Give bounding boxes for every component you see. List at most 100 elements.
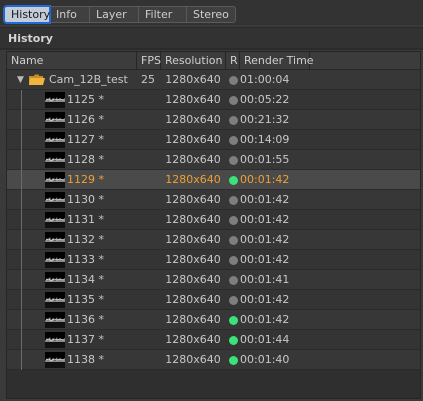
status-cell (226, 190, 239, 209)
name-cell: 1125 * (7, 90, 135, 110)
tab-bar: History Info Layer Filter Stereo (0, 0, 423, 25)
status-dot-icon (229, 276, 238, 285)
thumbnail-image (45, 312, 65, 328)
fps-cell (137, 350, 159, 369)
folder-icon (29, 74, 45, 85)
status-dot-icon (229, 216, 238, 225)
name-cell: 1134 * (7, 270, 135, 290)
name-cell: 1131 * (7, 210, 135, 230)
tree-line (21, 210, 22, 230)
render-name: 1138 * (67, 353, 104, 366)
status-cell (226, 170, 239, 189)
table-row[interactable]: 1136 * 1280x640 00:01:42 (7, 310, 420, 330)
tree-line (21, 190, 22, 210)
tab-filter[interactable]: Filter (138, 6, 187, 23)
name-cell: 1129 * (7, 170, 135, 190)
resolution-cell: 1280x640 (165, 193, 221, 206)
table-row[interactable]: 1128 * 1280x640 00:01:55 (7, 150, 420, 170)
table-row[interactable]: 1125 * 1280x640 00:05:22 (7, 90, 420, 110)
column-header-name[interactable]: Name (7, 52, 137, 69)
thumbnail-image (45, 272, 65, 288)
render-time-cell: 00:01:55 (240, 153, 290, 166)
resolution-cell: 1280x640 (165, 93, 221, 106)
render-time-cell: 00:01:42 (240, 193, 290, 206)
table-row[interactable]: 1138 * 1280x640 00:01:40 (7, 350, 420, 370)
render-time-cell: 00:01:44 (240, 333, 290, 346)
table-row[interactable]: 1129 * 1280x640 00:01:42 (7, 170, 420, 190)
render-name: 1127 * (67, 133, 104, 146)
table-row[interactable]: 1133 * 1280x640 00:01:42 (7, 250, 420, 270)
fps-cell (137, 110, 159, 129)
resolution-cell: 1280x640 (165, 353, 221, 366)
status-cell (226, 350, 239, 369)
thumbnail-image (45, 192, 65, 208)
status-dot-icon (229, 256, 238, 265)
tree-line (21, 270, 22, 290)
tree-line (21, 170, 22, 190)
render-time-cell: 00:05:22 (240, 93, 290, 106)
tree-line (21, 130, 22, 150)
thumbnail-image (45, 292, 65, 308)
column-header-resolution[interactable]: Resolution (161, 52, 226, 69)
column-header-render-time[interactable]: Render Time (240, 52, 314, 69)
fps-cell (137, 150, 159, 169)
render-name: 1129 * (67, 173, 104, 186)
render-name: 1125 * (67, 93, 104, 106)
folder-name: Cam_12B_test (49, 73, 128, 86)
thumbnail-image (45, 352, 65, 368)
folder-row[interactable]: ▼ Cam_12B_test 25 1280x640 01:00:04 (7, 70, 420, 90)
column-header-fps[interactable]: FPS (137, 52, 161, 69)
table-row[interactable]: 1130 * 1280x640 00:01:42 (7, 190, 420, 210)
tree-line (21, 90, 22, 110)
tab-info[interactable]: Info (49, 6, 90, 23)
table-header: Name FPS Resolution R Render Time (7, 52, 420, 70)
column-header-r[interactable]: R (226, 52, 240, 69)
tab-history[interactable]: History (3, 5, 51, 24)
render-name: 1131 * (67, 213, 104, 226)
status-cell (226, 210, 239, 229)
status-dot-icon (229, 176, 238, 185)
render-name: 1132 * (67, 233, 104, 246)
table-row[interactable]: 1132 * 1280x640 00:01:42 (7, 230, 420, 250)
tree-line (21, 350, 22, 370)
divider (0, 48, 423, 50)
thumbnail-image (45, 172, 65, 188)
status-dot-icon (229, 76, 238, 85)
table-row[interactable]: 1137 * 1280x640 00:01:44 (7, 330, 420, 350)
table-row[interactable]: 1135 * 1280x640 00:01:42 (7, 290, 420, 310)
expand-arrow-icon[interactable]: ▼ (17, 70, 24, 90)
render-time-cell: 00:01:40 (240, 353, 290, 366)
status-dot-icon (229, 116, 238, 125)
render-name: 1133 * (67, 253, 104, 266)
fps-cell (137, 90, 159, 109)
fps-cell (137, 310, 159, 329)
fps-cell (137, 330, 159, 349)
fps-cell (137, 190, 159, 209)
name-cell: 1126 * (7, 110, 135, 130)
table-row[interactable]: 1131 * 1280x640 00:01:42 (7, 210, 420, 230)
resolution-cell: 1280x640 (165, 133, 221, 146)
status-cell (226, 110, 239, 129)
status-dot-icon (229, 196, 238, 205)
table-row[interactable]: 1134 * 1280x640 00:01:41 (7, 270, 420, 290)
fps-cell (137, 210, 159, 229)
render-name: 1135 * (67, 293, 104, 306)
thumbnail-image (45, 152, 65, 168)
resolution-cell: 1280x640 (165, 173, 221, 186)
resolution-cell: 1280x640 (165, 273, 221, 286)
tree-line (21, 310, 22, 330)
name-cell: 1138 * (7, 350, 135, 370)
render-time-cell: 00:14:09 (240, 133, 290, 146)
table-row[interactable]: 1126 * 1280x640 00:21:32 (7, 110, 420, 130)
status-dot-icon (229, 156, 238, 165)
resolution-cell: 1280x640 (165, 293, 221, 306)
table-row[interactable]: 1127 * 1280x640 00:14:09 (7, 130, 420, 150)
status-dot-icon (229, 296, 238, 305)
name-cell: 1127 * (7, 130, 135, 150)
tab-stereo[interactable]: Stereo (186, 6, 236, 23)
render-time-cell: 00:01:42 (240, 313, 290, 326)
folder-name-cell: ▼ Cam_12B_test (7, 70, 135, 89)
name-cell: 1133 * (7, 250, 135, 270)
thumbnail-image (45, 252, 65, 268)
tab-layer[interactable]: Layer (89, 6, 139, 23)
